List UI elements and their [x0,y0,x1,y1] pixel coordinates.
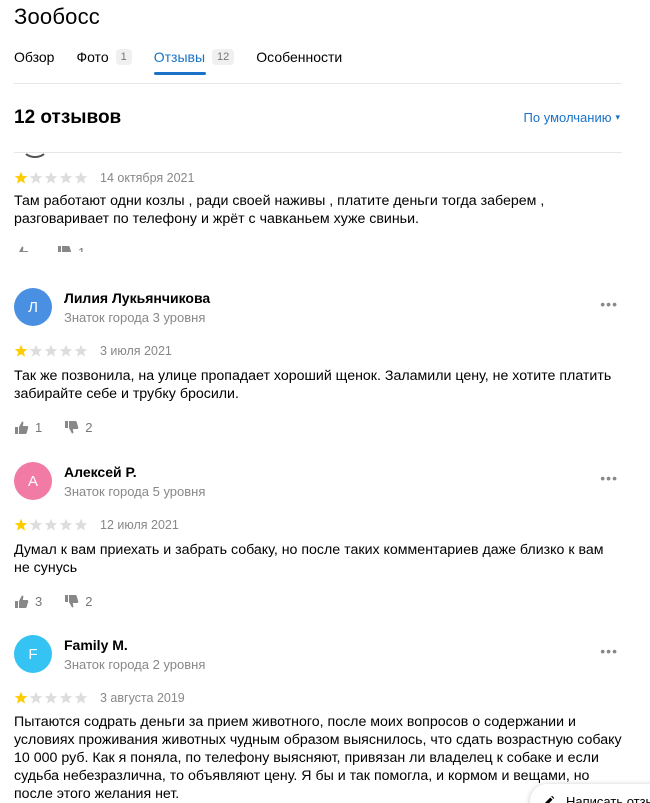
star-icon [74,691,88,704]
thumbs-up-icon [14,245,29,252]
review-text: Там работают одни козлы , ради своей наж… [14,193,545,227]
author-level: Знаток города 5 уровня [64,484,206,499]
thumbs-down-icon [57,245,72,252]
star-rating [14,518,89,532]
like-count: 1 [35,419,43,435]
thumbs-up-icon [14,420,29,435]
review-card: А Алексей Р. Знаток города 5 уровня ••• … [14,462,622,609]
thumbs-down-icon [64,594,79,609]
star-icon [29,171,43,184]
author-name[interactable]: Алексей Р. [64,464,137,480]
review-date: 3 августа 2019 [100,691,185,705]
tab-overview[interactable]: Обзор [14,46,54,68]
reviews-count: 12 отзывов [14,107,122,128]
tab-label: Обзор [14,49,55,65]
rating-row: 3 августа 2019 [14,689,622,707]
avatar[interactable]: F [14,635,52,673]
more-options-icon[interactable]: ••• [600,470,618,486]
star-icon [29,518,43,531]
tabs-bar: Обзор Фото 1 Отзывы 12 Особенности [14,46,364,76]
star-icon [44,171,58,184]
pencil-icon [544,795,555,803]
star-icon [14,171,28,184]
star-icon [29,344,43,357]
dislike-count: 1 [78,244,86,253]
review-actions: 1 [14,244,622,252]
like-button[interactable]: 3 [14,594,42,609]
review-date: 12 июля 2021 [100,518,179,532]
star-icon [14,518,28,531]
rating-row: 12 июля 2021 [14,516,622,534]
star-icon [59,518,73,531]
avatar[interactable]: А [14,462,52,500]
star-icon [44,518,58,531]
tab-count-badge: 12 [212,49,235,65]
star-icon [74,518,88,531]
review-date: 3 июля 2021 [100,344,172,358]
star-rating [14,691,89,705]
star-icon [29,691,43,704]
star-icon [59,691,73,704]
tabs-divider [14,83,622,84]
rating-row: 14 октября 2021 [14,169,622,187]
tab-label: Отзывы [153,49,206,65]
dislike-count: 2 [85,419,93,435]
review-text: Так же позвонила, на улице пропадает хор… [14,368,612,402]
author-name[interactable]: Family M. [64,637,128,653]
write-review-button[interactable]: Написать отзыв [530,784,650,803]
avatar[interactable]: Л [14,288,52,326]
more-options-icon[interactable]: ••• [600,296,618,312]
dislike-button[interactable]: 2 [64,594,92,609]
star-icon [74,171,88,184]
sort-label: По умолчанию [523,110,612,125]
like-button[interactable] [14,245,35,252]
review-card: Л Лилия Лукьянчикова Знаток города 3 уро… [14,288,622,435]
star-icon [59,344,73,357]
thumbs-down-icon [64,420,79,435]
tab-reviews[interactable]: Отзывы 12 [153,46,235,75]
tab-features[interactable]: Особенности [256,46,342,68]
tab-count-badge: 1 [115,49,132,65]
like-count: 3 [35,593,43,609]
star-rating [14,344,89,358]
tab-label: Фото [76,49,109,65]
star-icon [74,344,88,357]
review-card: 14 октября 2021 Там работают одни козлы … [14,152,622,252]
tab-photo[interactable]: Фото 1 [76,46,132,68]
star-icon [44,691,58,704]
star-icon [14,344,28,357]
sort-dropdown[interactable]: По умолчанию ▾ [524,110,620,125]
author-name[interactable]: Лилия Лукьянчикова [64,290,210,306]
author-level: Знаток города 2 уровня [64,657,206,672]
page-title: Зообосс [14,4,100,29]
review-date: 14 октября 2021 [100,171,195,185]
dislike-button[interactable]: 2 [64,420,92,435]
dislike-count: 2 [85,593,93,609]
author-level: Знаток города 3 уровня [64,310,206,325]
star-rating [14,171,89,185]
avatar [22,152,48,158]
tab-label: Особенности [256,49,343,65]
star-icon [44,344,58,357]
star-icon [14,691,28,704]
review-card: F Family M. Знаток города 2 уровня ••• 3… [14,635,622,803]
write-review-label: Написать отзыв [566,793,650,803]
more-options-icon[interactable]: ••• [600,643,618,659]
review-actions: 1 2 [14,419,622,435]
dislike-button[interactable]: 1 [57,244,86,253]
thumbs-up-icon [14,594,29,609]
review-text: Думал к вам приехать и забрать собаку, н… [14,542,604,576]
like-button[interactable]: 1 [14,420,42,435]
star-icon [59,171,73,184]
chevron-down-icon: ▾ [615,112,620,122]
review-actions: 3 2 [14,593,622,609]
rating-row: 3 июля 2021 [14,342,622,360]
review-text: Пытаются содрать деньги за прием животно… [14,714,622,802]
